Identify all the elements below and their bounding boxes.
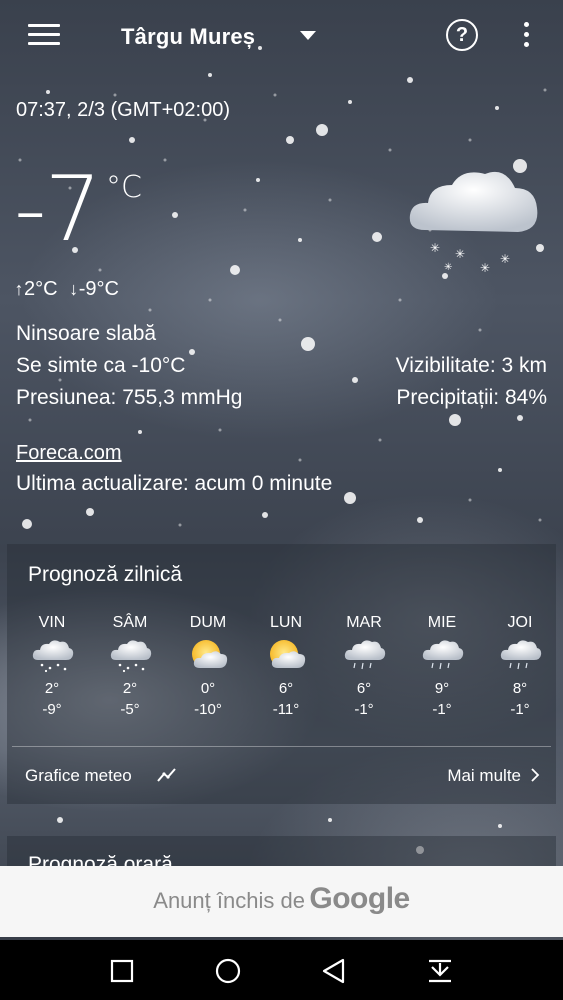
day-low: -5° <box>120 701 140 718</box>
day-low: -9° <box>42 701 62 718</box>
day-low: -11° <box>272 701 300 718</box>
day-high: 2° <box>44 680 60 697</box>
cloud-snow-icon <box>30 638 74 674</box>
day-high: 6° <box>278 680 294 697</box>
cloud-snow-icon: ✳ ✳ ✳ ✳ ✳ <box>409 171 538 275</box>
more-button[interactable]: Mai multe <box>447 766 521 786</box>
svg-text:✳: ✳ <box>430 241 440 255</box>
notification-pull-icon[interactable] <box>427 958 453 984</box>
svg-text:✳: ✳ <box>455 247 465 261</box>
card-title: Prognoză zilnică <box>28 563 183 586</box>
ad-closed-text: Anunț închis de <box>153 888 305 913</box>
day-name: JOI <box>507 614 533 631</box>
chevron-right-icon[interactable] <box>530 768 540 782</box>
precipitation: Precipitații: 84% <box>396 386 547 409</box>
low-temp: -9°C <box>78 278 119 300</box>
day-item[interactable]: MIE 9° -1° <box>407 614 477 718</box>
day-high: 6° <box>356 680 372 697</box>
day-low: -10° <box>194 701 222 718</box>
day-item[interactable]: SÂM 2° -5° <box>95 614 165 718</box>
day-name: SÂM <box>112 614 148 631</box>
cloud-snow-icon <box>108 638 152 674</box>
day-item[interactable]: VIN 2° -9° <box>17 614 87 718</box>
svg-text:✳: ✳ <box>444 262 452 273</box>
cloud-rain-icon <box>420 638 464 674</box>
day-item[interactable]: DUM 0° -10° <box>173 614 243 718</box>
day-low: -1° <box>510 701 530 718</box>
day-name: VIN <box>38 614 66 631</box>
ad-banner[interactable]: Anunț închis de Google <box>0 866 563 937</box>
day-name: LUN <box>269 614 302 631</box>
day-name: MIE <box>427 614 457 631</box>
menu-icon[interactable] <box>28 24 60 46</box>
source-link[interactable]: Foreca.com <box>16 442 122 465</box>
temperature-unit: °C <box>106 170 142 205</box>
help-icon[interactable]: ? <box>446 19 478 51</box>
condition-text: Ninsoare slabă <box>16 322 157 345</box>
daily-forecast-card: Prognoză zilnică VIN 2° -9° SÂM 2° -5° D… <box>7 544 556 804</box>
svg-text:✳: ✳ <box>480 261 490 275</box>
sun-cloud-icon <box>186 638 230 674</box>
day-high: 9° <box>434 680 450 697</box>
line-chart-icon[interactable] <box>157 767 177 783</box>
day-high: 0° <box>200 680 216 697</box>
day-item[interactable]: JOI 8° -1° <box>485 614 555 718</box>
ad-brand-logo: Google <box>309 882 410 915</box>
day-item[interactable]: LUN 6° -11° <box>251 614 321 718</box>
home-icon[interactable] <box>215 958 241 984</box>
more-options-icon[interactable] <box>524 22 532 52</box>
day-low: -1° <box>432 701 452 718</box>
pressure: Presiunea: 755,3 mmHg <box>16 386 243 409</box>
day-high: 2° <box>122 680 138 697</box>
local-time: 07:37, 2/3 (GMT+02:00) <box>16 99 231 121</box>
recent-apps-icon[interactable] <box>109 958 135 984</box>
day-high: 8° <box>512 680 528 697</box>
cloud-rain-icon <box>342 638 386 674</box>
last-updated: Ultima actualizare: acum 0 minute <box>16 472 333 495</box>
svg-text:✳: ✳ <box>500 252 510 266</box>
high-low-temps: ↑2°C ↓-9°C <box>14 278 119 301</box>
day-low: -1° <box>354 701 374 718</box>
dropdown-arrow-icon[interactable] <box>300 31 316 40</box>
high-temp: 2°C <box>24 278 58 300</box>
arrow-down-icon: ↓ <box>69 279 79 299</box>
back-icon[interactable] <box>321 958 347 984</box>
weather-charts-button[interactable]: Grafice meteo <box>25 766 132 786</box>
city-selector[interactable]: Târgu Mureș <box>121 24 255 50</box>
arrow-up-icon: ↑ <box>14 279 24 299</box>
day-name: MAR <box>346 614 382 631</box>
cloud-rain-icon <box>498 638 542 674</box>
system-navigation-bar <box>0 940 563 1000</box>
top-bar: Târgu Mureș ? <box>0 0 563 72</box>
day-name: DUM <box>189 614 227 631</box>
visibility: Vizibilitate: 3 km <box>395 354 547 377</box>
day-item[interactable]: MAR 6° -1° <box>329 614 399 718</box>
current-temperature: -7 <box>14 157 102 262</box>
feels-like: Se simte ca -10°C <box>16 354 186 377</box>
sun-cloud-icon <box>264 638 308 674</box>
divider <box>12 746 551 747</box>
